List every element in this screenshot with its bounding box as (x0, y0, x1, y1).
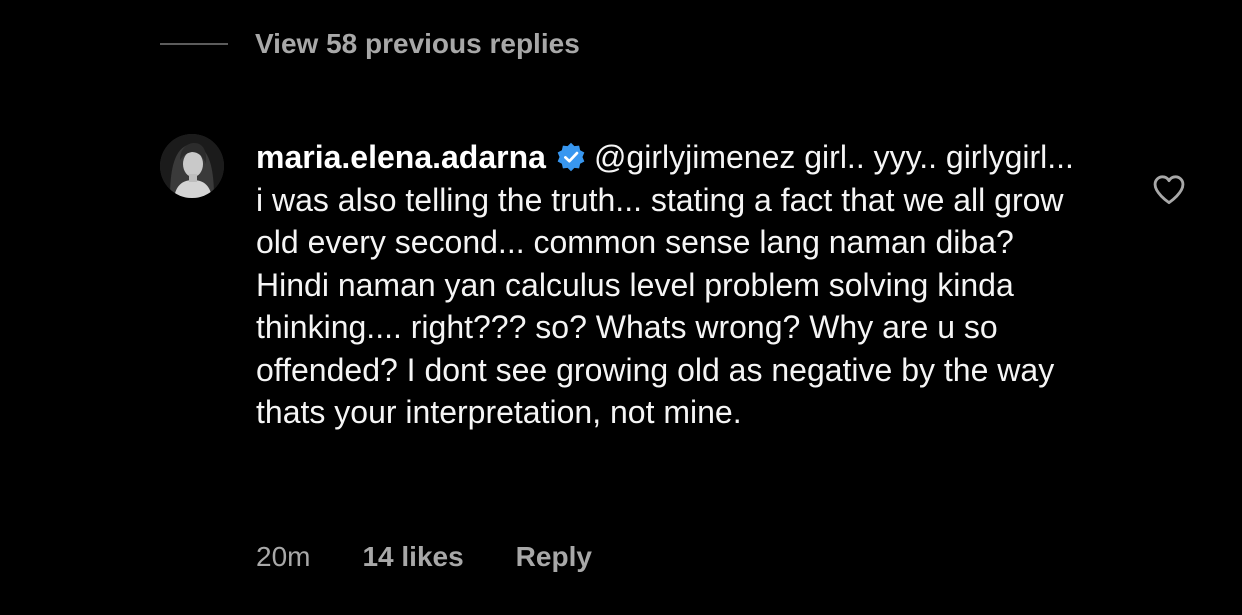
view-replies-row[interactable]: View 58 previous replies (160, 24, 580, 64)
comment-text: girl.. yyy.. girlygirl... i was also tel… (256, 139, 1074, 430)
comment-body: maria.elena.adarna @girlyjimenez girl.. … (256, 136, 1086, 434)
view-previous-replies-link[interactable]: View 58 previous replies (255, 28, 580, 60)
comment-likes-count[interactable]: 14 likes (362, 541, 463, 573)
replies-divider-line (160, 43, 228, 45)
avatar[interactable] (160, 134, 224, 198)
verified-badge-icon (557, 142, 585, 172)
avatar-photo (160, 134, 224, 198)
comment-timestamp: 20m (256, 541, 311, 572)
comment-mention[interactable]: @girlyjimenez (594, 139, 795, 175)
comment-meta-row: 20m 14 likes Reply (256, 537, 592, 577)
comment-username[interactable]: maria.elena.adarna (256, 139, 546, 175)
heart-outline-icon[interactable] (1150, 170, 1188, 208)
reply-button[interactable]: Reply (516, 541, 592, 573)
